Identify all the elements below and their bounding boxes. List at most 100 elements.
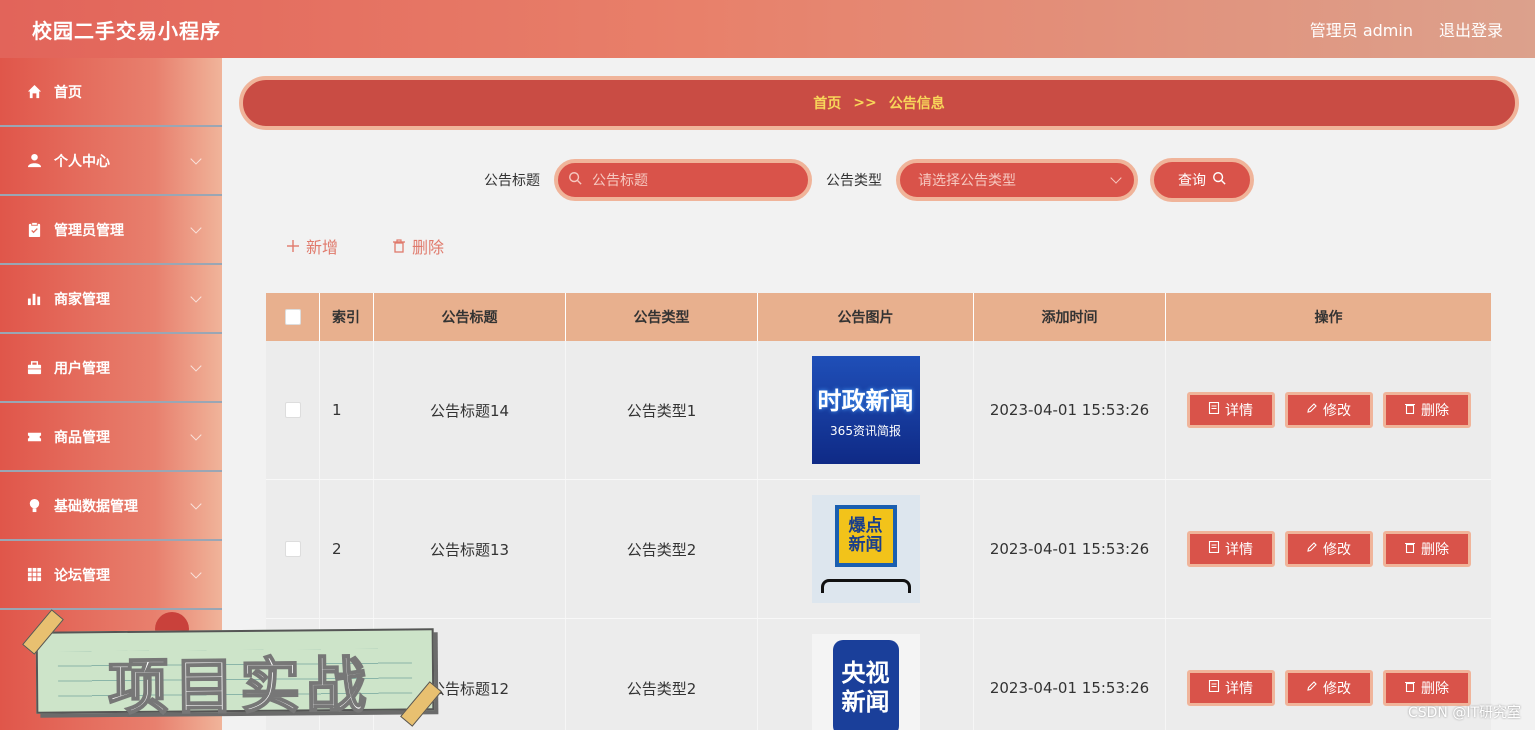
- table-header: 索引 公告标题 公告类型 公告图片 添加时间 操作: [266, 293, 1491, 341]
- search-form: 公告标题 公告标题 公告类型 请选择公告类型 查询: [484, 158, 1254, 202]
- row-type: 公告类型2: [566, 480, 758, 618]
- sidebar-item-merchant-management[interactable]: 商家管理: [0, 265, 222, 334]
- document-icon: [1208, 540, 1220, 557]
- row-image-cell: 爆点新闻: [758, 480, 974, 618]
- logout-link[interactable]: 退出登录: [1439, 17, 1503, 41]
- add-button-label: 新增: [306, 238, 339, 257]
- header-index: 索引: [320, 293, 374, 341]
- row-time: 2023-04-01 15:53:26: [974, 619, 1166, 730]
- table-row: 1 公告标题14 公告类型1 时政新闻 365资讯简报 2023-04-01 1…: [266, 341, 1491, 480]
- row-checkbox-cell: [266, 480, 320, 618]
- pencil-icon: [1306, 680, 1318, 696]
- search-icon: [568, 171, 582, 189]
- delete-button-label: 删除: [1421, 403, 1449, 419]
- row-image-cell: 时政新闻 365资讯简报: [758, 341, 974, 479]
- sidebar-item-label: 论坛管理: [54, 567, 110, 584]
- sidebar-item-user-management[interactable]: 用户管理: [0, 334, 222, 403]
- edit-button-label: 修改: [1323, 403, 1351, 419]
- title-search-input[interactable]: 公告标题: [554, 159, 812, 201]
- detail-button-label: 详情: [1225, 681, 1253, 697]
- table-row: 公告标题12 公告类型2 央视新闻 2023-04-01 15:53:26 详情…: [266, 619, 1491, 730]
- top-header: 校园二手交易小程序 管理员 admin 退出登录: [0, 0, 1535, 58]
- type-select-label: 公告类型: [826, 173, 882, 189]
- select-all-checkbox[interactable]: [284, 309, 301, 325]
- row-checkbox-cell: [266, 341, 320, 479]
- detail-button[interactable]: 详情: [1186, 531, 1275, 567]
- detail-button[interactable]: 详情: [1186, 392, 1275, 428]
- query-button-label: 查询: [1178, 173, 1206, 189]
- breadcrumb-current: 公告信息: [888, 96, 945, 112]
- header-user-area: 管理员 admin 退出登录: [1310, 17, 1503, 41]
- row-checkbox[interactable]: [284, 541, 301, 557]
- add-button[interactable]: 新增: [286, 234, 338, 258]
- delete-button-label: 删除: [1421, 542, 1449, 558]
- sidebar-item-home[interactable]: 首页: [0, 58, 222, 127]
- breadcrumb-home[interactable]: 首页: [813, 93, 841, 113]
- phone-icon: [820, 579, 911, 593]
- admin-user-label[interactable]: 管理员 admin: [1310, 17, 1413, 41]
- chevron-down-icon: [1110, 172, 1122, 184]
- sidebar-item-label: 基础数据管理: [54, 498, 138, 515]
- detail-button[interactable]: 详情: [1186, 670, 1275, 706]
- sidebar-item-personal-center[interactable]: 个人中心: [0, 127, 222, 196]
- header-time: 添加时间: [974, 293, 1166, 341]
- bulk-delete-label: 删除: [412, 238, 445, 257]
- delete-button[interactable]: 删除: [1382, 531, 1471, 567]
- sidebar-item-basic-data-management[interactable]: 基础数据管理: [0, 472, 222, 541]
- sidebar-item-forum-management[interactable]: 论坛管理: [0, 541, 222, 610]
- delete-button-label: 删除: [1421, 681, 1449, 697]
- document-icon: [1208, 679, 1220, 696]
- thumbnail-subtext: 365资讯简报: [830, 424, 901, 438]
- query-button[interactable]: 查询: [1150, 158, 1254, 202]
- edit-button[interactable]: 修改: [1284, 670, 1373, 706]
- row-checkbox[interactable]: [284, 402, 301, 418]
- row-type: 公告类型1: [566, 341, 758, 479]
- announcement-thumbnail[interactable]: 央视新闻: [811, 634, 920, 730]
- search-icon: [1212, 171, 1226, 189]
- announcement-table: 索引 公告标题 公告类型 公告图片 添加时间 操作 1 公告标题14 公告类型1…: [266, 293, 1491, 730]
- plus-icon: [286, 239, 300, 253]
- edit-button-label: 修改: [1323, 681, 1351, 697]
- user-icon: [26, 153, 42, 169]
- breadcrumb: 首页 >> 公告信息: [239, 76, 1519, 130]
- trash-icon: [392, 239, 406, 253]
- delete-button[interactable]: 删除: [1382, 392, 1471, 428]
- bulk-delete-button[interactable]: 删除: [392, 234, 444, 258]
- header-title: 公告标题: [374, 293, 566, 341]
- header-image: 公告图片: [758, 293, 974, 341]
- chevron-down-icon: [190, 152, 202, 165]
- type-select[interactable]: 请选择公告类型: [896, 159, 1138, 201]
- edit-button[interactable]: 修改: [1284, 392, 1373, 428]
- grid-icon: [26, 567, 42, 583]
- trash-icon: [1404, 680, 1416, 696]
- bar-chart-icon: [26, 291, 42, 307]
- edit-button[interactable]: 修改: [1284, 531, 1373, 567]
- select-all-cell: [266, 293, 320, 341]
- announcement-thumbnail[interactable]: 爆点新闻: [811, 495, 920, 603]
- table-row: 2 公告标题13 公告类型2 爆点新闻 2023-04-01 15:53:26 …: [266, 480, 1491, 619]
- row-operations: 详情 修改 删除: [1166, 341, 1491, 479]
- chevron-down-icon: [190, 221, 202, 234]
- detail-button-label: 详情: [1225, 403, 1253, 419]
- delete-button[interactable]: 删除: [1382, 670, 1471, 706]
- table-actions: 新增 删除: [286, 234, 444, 258]
- row-type: 公告类型2: [566, 619, 758, 730]
- header-type: 公告类型: [566, 293, 758, 341]
- sidebar-item-label: 首页: [54, 84, 82, 101]
- chevron-down-icon: [190, 497, 202, 510]
- banner-text: 项目实战: [107, 650, 374, 724]
- trash-icon: [1404, 541, 1416, 557]
- project-banner: 项目实战: [35, 628, 435, 724]
- sidebar-item-admin-management[interactable]: 管理员管理: [0, 196, 222, 265]
- sidebar-item-label: 管理员管理: [54, 222, 124, 239]
- document-icon: [1208, 401, 1220, 418]
- sidebar-item-product-management[interactable]: 商品管理: [0, 403, 222, 472]
- chevron-down-icon: [190, 290, 202, 303]
- thumbnail-text: 爆点新闻: [834, 505, 897, 567]
- announcement-thumbnail[interactable]: 时政新闻 365资讯简报: [811, 356, 920, 464]
- chevron-down-icon: [190, 359, 202, 372]
- type-select-placeholder: 请选择公告类型: [918, 173, 1016, 189]
- sidebar-item-label: 商家管理: [54, 291, 110, 308]
- lightbulb-icon: [26, 498, 42, 514]
- row-image-cell: 央视新闻: [758, 619, 974, 730]
